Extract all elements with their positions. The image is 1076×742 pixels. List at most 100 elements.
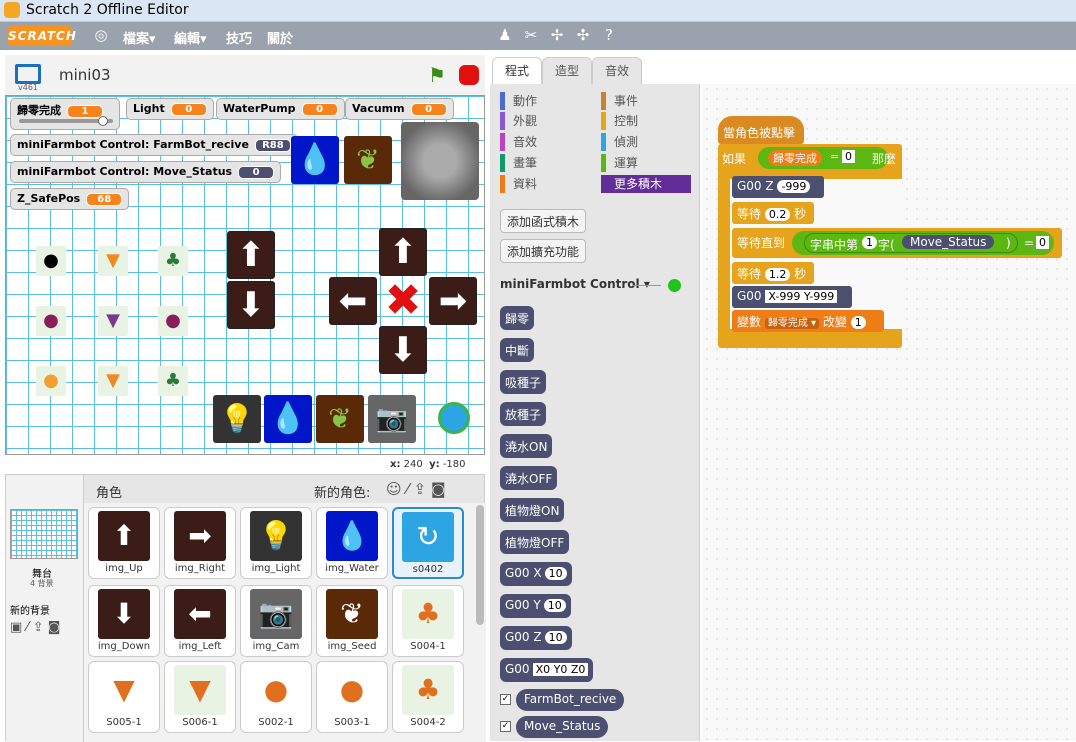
menu-file[interactable]: 檔案▾ (123, 28, 156, 47)
category-looks[interactable]: 外觀 (500, 112, 590, 130)
scratch-logo[interactable]: SCRATCH (8, 26, 76, 46)
delete-icon[interactable]: ✂ (522, 26, 540, 44)
tab-sounds[interactable]: 音效 (592, 57, 642, 85)
right-arrow-sprite[interactable]: ➡ (429, 277, 477, 325)
sprite-tile[interactable]: ▼ S006-1 (164, 661, 236, 733)
y-down-arrow-sprite[interactable]: ⬇ (379, 326, 427, 374)
sprite-tile[interactable]: ▼ S005-1 (88, 661, 160, 733)
block-suck-seed[interactable]: 吸種子 (500, 370, 547, 394)
block-g00-y[interactable]: G00 Y 10 (500, 594, 571, 618)
radish-sprite[interactable]: ● (36, 246, 66, 276)
purple-carrot-sprite[interactable]: ▼ (98, 306, 128, 336)
checkbox-farmbot-recive[interactable]: ✓ (500, 694, 511, 705)
grow-icon[interactable]: ✢ (548, 26, 566, 44)
water-sprite[interactable]: 💧 (291, 136, 339, 184)
sprite-list-scrollbar[interactable] (476, 505, 484, 625)
stage[interactable]: 歸零完成 1 Light 0 WaterPump 0 Vacumm 0 miniFarm… (5, 95, 485, 455)
sprite-tile[interactable]: 💧 img_Water (316, 507, 388, 579)
category-pen[interactable]: 畫筆 (500, 154, 590, 172)
slider-knob[interactable] (98, 116, 109, 126)
add-extension-button[interactable]: 添加擴充功能 (500, 239, 587, 263)
sprite-tile[interactable]: ⬇ img_Down (88, 585, 160, 657)
tab-costumes[interactable]: 造型 (542, 57, 592, 85)
sprite-tile[interactable]: 📷 img_Cam (240, 585, 312, 657)
block-water-off[interactable]: 澆水OFF (500, 466, 558, 490)
make-block-button[interactable]: 添加函式積木 (500, 209, 587, 233)
menu-tips[interactable]: 技巧 (226, 28, 252, 47)
block-water-on[interactable]: 澆水ON (500, 434, 553, 458)
beet-sprite-2[interactable]: ● (158, 306, 188, 336)
sprite-tile[interactable]: ❦ img_Seed (316, 585, 388, 657)
down-arrow-sprite[interactable]: ⬇ (227, 281, 275, 329)
sprite-tile[interactable]: ⬅ img_Left (164, 585, 236, 657)
category-more-blocks[interactable]: 更多積木 (601, 175, 691, 193)
category-sound[interactable]: 音效 (500, 133, 590, 151)
category-operators[interactable]: 運算 (601, 154, 691, 172)
carrot-sprite[interactable]: ▼ (98, 246, 128, 276)
block-g00-z[interactable]: G00 Z 10 (500, 626, 572, 650)
home-x-icon[interactable]: ✖ (379, 277, 427, 325)
monitor-reset-done[interactable]: 歸零完成 1 (10, 98, 120, 130)
block-reset[interactable]: 歸零 (500, 306, 535, 330)
block-g00-x[interactable]: G00 X 10 (500, 562, 572, 586)
new-sprite-tools-icons[interactable]: ☺ ⁄ ⇪ ◙ (386, 480, 446, 498)
menu-about[interactable]: 關於 (267, 28, 293, 47)
stop-icon[interactable] (459, 65, 479, 85)
extension-title[interactable]: miniFarmbot Control ▾ (500, 277, 650, 291)
y-up-arrow-sprite[interactable]: ⬆ (379, 228, 427, 276)
block-wait-until[interactable]: 等待直到 字串中第 1 字( Move_Status ) = 0 (732, 228, 1062, 258)
category-events[interactable]: 事件 (601, 92, 691, 110)
up-arrow-sprite[interactable]: ⬆ (227, 231, 275, 279)
carrot-sprite-2[interactable]: ▼ (98, 366, 128, 396)
menu-edit[interactable]: 編輯▾ (174, 28, 207, 47)
tab-scripts[interactable]: 程式 (492, 57, 542, 85)
stage-thumbnail-panel[interactable]: 舞台 4 背景 新的背景 ▣ ⁄ ⇪ ◙ (6, 475, 84, 742)
seed-sprite[interactable]: ❦ (344, 136, 392, 184)
script-area[interactable]: 當角色被點擊 如果 歸零完成 = 0 那麼 G00 Z -999 等待 0.2 … (702, 84, 1076, 741)
seed-plate-image[interactable] (401, 122, 479, 200)
sprite-tile[interactable]: ● S003-1 (316, 661, 388, 733)
block-light-off[interactable]: 植物燈OFF (500, 530, 570, 554)
block-light-on[interactable]: 植物燈ON (500, 498, 565, 522)
block-g00[interactable]: G00 X0 Y0 Z0 (500, 658, 594, 682)
cabbage-sprite[interactable]: ♣ (158, 246, 188, 276)
camera-sprite[interactable]: 📷 (368, 395, 416, 443)
help-icon[interactable]: ? (600, 26, 618, 44)
fullscreen-icon[interactable] (15, 64, 41, 84)
stage-thumbnail[interactable] (10, 509, 78, 559)
sprite-tile[interactable]: ♣ S004-2 (392, 661, 464, 733)
hat-block-when-clicked[interactable]: 當角色被點擊 (718, 116, 804, 144)
category-sensing[interactable]: 偵測 (601, 133, 691, 151)
light-sprite[interactable]: 💡 (213, 395, 261, 443)
reporter-farmbot-recive[interactable]: FarmBot_recive (516, 689, 625, 711)
green-flag-icon[interactable]: ⚑ (428, 63, 446, 87)
shrink-icon[interactable]: ✣ (574, 26, 592, 44)
globe-icon[interactable]: ◎ (92, 26, 110, 44)
cabbage-sprite-2[interactable]: ♣ (158, 366, 188, 396)
backdrop-tools-icons[interactable]: ▣ ⁄ ⇪ ◙ (10, 620, 60, 635)
block-drop-seed[interactable]: 放種子 (500, 402, 547, 426)
category-control[interactable]: 控制 (601, 112, 691, 130)
duplicate-icon[interactable]: ♟ (496, 26, 514, 44)
seed-button-sprite[interactable]: ❦ (316, 395, 364, 443)
project-name[interactable]: mini03 (59, 66, 111, 84)
block-wait-1-2[interactable]: 等待 1.2 秒 (732, 262, 814, 284)
reporter-move-status[interactable]: Move_Status (516, 716, 609, 738)
refresh-sprite[interactable] (438, 402, 470, 434)
sprite-tile[interactable]: ↻ s0402 (392, 507, 464, 579)
sprite-tile[interactable]: ➡ img_Right (164, 507, 236, 579)
block-stop[interactable]: 中斷 (500, 338, 535, 362)
block-g00-z-999[interactable]: G00 Z -999 (732, 176, 824, 198)
block-g00-xy[interactable]: G00 X-999 Y-999 (732, 286, 852, 308)
category-data[interactable]: 資料 (500, 175, 590, 193)
checkbox-move-status[interactable]: ✓ (500, 721, 511, 732)
sprite-tile[interactable]: ♣ S004-1 (392, 585, 464, 657)
radish-sprite-2[interactable]: ● (36, 366, 66, 396)
sprite-tile[interactable]: ● S002-1 (240, 661, 312, 733)
left-arrow-sprite[interactable]: ⬅ (329, 277, 377, 325)
block-wait-0-2[interactable]: 等待 0.2 秒 (732, 202, 814, 224)
water-button-sprite[interactable]: 💧 (264, 395, 312, 443)
sprite-tile[interactable]: ⬆ img_Up (88, 507, 160, 579)
sprite-tile[interactable]: 💡 img_Light (240, 507, 312, 579)
block-change-variable[interactable]: 變數 歸零完成 ▾ 改變 1 (732, 310, 884, 332)
